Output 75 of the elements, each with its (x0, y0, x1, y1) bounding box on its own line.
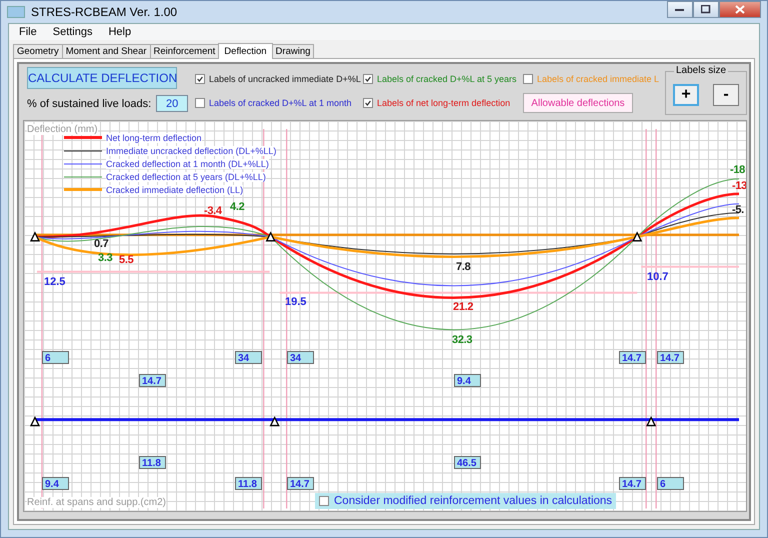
deflection-value: 32.3 (452, 334, 472, 346)
reinforcement-value-field[interactable]: 14.7 (139, 374, 166, 387)
checkbox-label: Labels of cracked immediate L (537, 74, 660, 84)
tab[interactable]: Moment and Shear (62, 44, 151, 58)
tab[interactable]: Reinforcement (150, 44, 220, 58)
legend-label: Cracked immediate deflection (LL) (106, 184, 244, 194)
tab[interactable]: Deflection (218, 43, 273, 59)
calculate-button[interactable]: CALCULATE DEFLECTION (27, 67, 177, 89)
size-button[interactable]: + (673, 84, 699, 106)
reinforcement-value-field[interactable]: 14.7 (287, 477, 314, 490)
reinforcement-value-field[interactable]: 6 (657, 477, 684, 490)
reinforcement-value-field[interactable]: 34 (235, 351, 262, 364)
checkbox-label: Labels of net long-term deflection (377, 98, 510, 108)
deflection-value: 0.7 (94, 238, 108, 250)
reinforcement-value-field[interactable]: 14.7 (619, 351, 646, 364)
checkbox-label: Labels of cracked D+%L at 5 years (377, 74, 516, 84)
legend-label: Cracked deflection at 1 month (DL+%LL) (106, 158, 269, 168)
minimize-icon (675, 8, 685, 12)
support-icon (632, 231, 642, 242)
tab[interactable]: Geometry (13, 44, 63, 58)
checkbox[interactable] (195, 98, 205, 108)
legend-label: Net long-term deflection (106, 132, 202, 142)
checkbox-label: Labels of uncracked immediate D+%L (209, 74, 361, 84)
reinforcement-value-field[interactable]: 14.7 (619, 477, 646, 490)
maximize-icon (701, 5, 711, 14)
deflection-value: -5. (732, 204, 744, 216)
axis-label: Deflection (mm) (27, 124, 98, 135)
legend-label: Immediate uncracked deflection (DL+%LL) (106, 146, 276, 156)
allowable-deflections-button[interactable]: Allowable deflections (523, 93, 633, 113)
deflection-value: 4.2 (230, 201, 244, 213)
minimize-button[interactable] (667, 1, 693, 18)
checkbox[interactable] (363, 74, 373, 84)
axis-label: Reinf. at spans and supp.(cm2) (27, 497, 166, 508)
reinforcement-value-field[interactable]: 6 (42, 351, 69, 364)
close-button[interactable] (719, 1, 761, 18)
field-label: % of sustained live loads: (27, 98, 152, 110)
window-title: STRES-RCBEAM Ver. 1.00 (31, 5, 178, 19)
deflection-value: -18 (730, 164, 745, 176)
reinforcement-value-field[interactable]: 11.8 (235, 477, 262, 490)
legend-label: Cracked deflection at 5 years (DL+%LL) (106, 172, 266, 182)
deflection-value: -3.4 (204, 205, 222, 217)
reinforcement-value-field[interactable]: 14.7 (657, 351, 684, 364)
group-title: Labels size (674, 65, 728, 76)
menu-item[interactable]: File (13, 25, 43, 39)
menu-item[interactable]: Settings (46, 25, 98, 39)
support-icon (646, 416, 656, 426)
checkbox[interactable] (195, 74, 205, 84)
reinforcement-value-field[interactable]: 34 (287, 351, 314, 364)
support-icon (266, 231, 276, 242)
reinforcement-value-field[interactable]: 9.4 (454, 374, 481, 387)
reinforcement-value-field[interactable]: 9.4 (42, 477, 69, 490)
support-icon (30, 416, 40, 426)
allowable-value: 12.5 (44, 276, 66, 288)
checkbox[interactable] (363, 98, 373, 108)
checkbox[interactable] (523, 74, 533, 84)
tab[interactable]: Drawing (272, 44, 314, 58)
support-icon (270, 416, 280, 426)
deflection-value: 3.3 (98, 252, 112, 264)
menu-item[interactable]: Help (102, 25, 138, 39)
deflection-value: 7.8 (456, 261, 470, 273)
deflection-value: 21.2 (453, 301, 474, 313)
support-icon (30, 231, 40, 242)
deflection-value: 5.5 (119, 254, 134, 266)
reinforcement-value-field[interactable]: 11.8 (139, 456, 166, 469)
maximize-button[interactable] (693, 1, 719, 18)
close-icon (735, 5, 745, 14)
allowable-value: 19.5 (285, 296, 306, 308)
checkbox-label: Consider modified reinforcement values in calculations (334, 495, 612, 507)
reinforcement-value-field[interactable]: 46.5 (454, 456, 481, 469)
checkbox[interactable] (319, 496, 329, 506)
app-icon (7, 6, 25, 18)
checkbox-label: Labels of cracked D+%L at 1 month (209, 98, 352, 108)
size-button[interactable]: - (713, 84, 739, 106)
allowable-value: 10.7 (647, 271, 668, 283)
input-field[interactable]: 20 (156, 95, 188, 112)
